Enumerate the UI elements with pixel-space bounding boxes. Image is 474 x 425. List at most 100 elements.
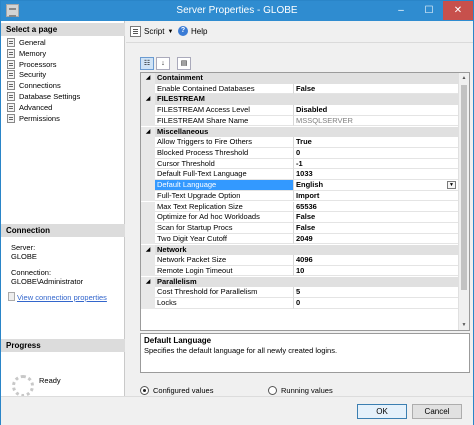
grid-property-row[interactable]: Scan for Startup Procs False [141,223,469,234]
page-item[interactable]: Permissions [7,113,60,124]
progress-header: Progress [1,339,125,352]
grid-category-row[interactable]: ◢ Parallelism [141,276,469,288]
property-value[interactable]: MSSQLSERVER [294,116,458,127]
collapse-icon[interactable]: ◢ [141,73,155,84]
row-gutter [141,190,155,202]
row-gutter [141,148,155,159]
row-gutter [141,212,155,223]
scroll-thumb[interactable] [461,85,467,290]
page-item-label: Advanced [19,102,53,112]
property-value-text: Import [296,190,320,200]
configured-values-radio[interactable] [140,386,149,395]
dialog-footer: OK Cancel [1,396,473,425]
row-gutter [141,223,155,234]
minimize-button[interactable]: – [387,1,415,20]
property-value[interactable]: -1 [294,159,458,170]
page-item[interactable]: Connections [7,80,61,91]
alphabetical-sort-button[interactable]: ↓ [156,57,170,70]
main-panel: Script ▼ ? Help ☷ ↓ ▤ Locks 0 Cost Thresho… [126,21,473,396]
scroll-up-icon[interactable]: ▲ [459,73,469,83]
row-gutter [141,158,155,170]
grid-property-row[interactable]: Cost Threshold for Parallelism 5 [141,287,469,298]
page-item[interactable]: Security [7,69,46,80]
running-values-option[interactable]: Running values [268,386,333,395]
row-gutter [141,233,155,245]
property-value[interactable]: True [294,137,458,148]
page-item[interactable]: Memory [7,48,46,59]
row-gutter [141,180,155,191]
property-grid[interactable]: Locks 0 Cost Threshold for Parallelism 5 ◢ Pa… [140,72,470,331]
collapse-icon[interactable]: ◢ [141,276,155,288]
row-gutter [141,265,155,277]
grid-property-row[interactable]: Default Language English ▼ [141,180,469,191]
property-name: Network Packet Size [155,255,294,266]
property-value[interactable]: 5 [294,287,458,298]
grid-property-row[interactable]: Max Text Replication Size 65536 [141,201,469,213]
grid-property-row[interactable]: Network Packet Size 4096 [141,255,469,266]
property-value[interactable]: 4096 [294,255,458,266]
grid-scrollbar[interactable]: ▲ ▼ [458,73,469,330]
grid-property-row[interactable]: Enable Contained Databases False [141,83,469,95]
page-icon [7,92,15,101]
view-connection-properties-link[interactable]: View connection properties [17,293,107,302]
grid-property-row[interactable]: Cursor Threshold -1 [141,158,469,170]
property-value[interactable]: 1033 [294,169,458,180]
collapse-icon[interactable]: ◢ [141,126,155,138]
page-icon [7,102,15,112]
property-value[interactable]: Import [294,191,458,202]
page-item[interactable]: Database Settings [7,91,80,102]
maximize-button[interactable]: ☐ [415,1,443,20]
cancel-button[interactable]: Cancel [412,404,462,419]
configured-values-option[interactable]: Configured values [140,386,213,395]
property-pages-button[interactable]: ▤ [177,57,191,70]
page-item[interactable]: General [7,37,46,48]
ok-button[interactable]: OK [357,404,407,419]
property-value[interactable]: False [294,84,458,95]
property-value[interactable]: False [294,223,458,234]
grid-property-row[interactable]: Two Digit Year Cutoff 2049 [141,233,469,245]
property-value[interactable]: 2049 [294,234,458,245]
grid-category-row[interactable]: ◢ Miscellaneous [141,126,469,138]
collapse-icon[interactable]: ◢ [141,244,155,256]
running-values-radio[interactable] [268,386,277,395]
scroll-down-icon[interactable]: ▼ [459,320,469,330]
grid-property-row[interactable]: Default Full-Text Language 1033 [141,169,469,180]
property-value[interactable]: False [294,212,458,223]
property-value[interactable]: 10 [294,266,458,277]
collapse-icon[interactable]: ◢ [141,94,155,105]
category-name: FILESTREAM [155,94,458,105]
page-item[interactable]: Advanced [7,102,52,113]
grid-property-row[interactable]: Optimize for Ad hoc Workloads False [141,212,469,223]
page-icon [7,70,15,80]
category-name: Network [155,244,458,256]
category-name: Parallelism [155,276,458,288]
property-value[interactable]: 65536 [294,202,458,213]
grid-property-row[interactable]: Remote Login Timeout 10 [141,265,469,277]
grid-property-row[interactable]: FILESTREAM Access Level Disabled [141,105,469,116]
help-button[interactable]: ? Help [178,26,207,36]
categorized-view-button[interactable]: ☷ [140,57,154,70]
select-page-header: Select a page [1,23,125,36]
grid-property-row[interactable]: Full-Text Upgrade Option Import [141,190,469,202]
close-button[interactable]: ✕ [443,1,473,20]
page-item[interactable]: Processors [7,59,57,70]
property-value-text: 4096 [296,255,313,265]
property-value-text: English [296,180,324,190]
row-gutter [141,169,155,180]
property-value[interactable]: 0 [294,298,458,309]
connection-label: Connection: [11,268,52,277]
property-value[interactable]: 0 [294,148,458,159]
title-bar[interactable]: Server Properties - GLOBE – ☐ ✕ [1,1,473,21]
grid-property-row[interactable]: Blocked Process Threshold 0 [141,148,469,159]
property-value[interactable]: English ▼ [294,180,458,191]
grid-category-row[interactable]: ◢ Containment [141,73,469,84]
grid-category-row[interactable]: ◢ Network [141,244,469,256]
script-button[interactable]: Script ▼ [130,26,173,37]
grid-property-row[interactable]: Allow Triggers to Fire Others True [141,137,469,148]
property-value[interactable]: Disabled [294,105,458,116]
toolbar: Script ▼ ? Help [126,21,473,43]
grid-category-row[interactable]: ◢ FILESTREAM [141,94,469,105]
grid-property-row[interactable]: Locks 0 [141,298,469,309]
value-dropdown-button[interactable]: ▼ [447,181,456,190]
grid-property-row[interactable]: FILESTREAM Share Name MSSQLSERVER [141,115,469,127]
